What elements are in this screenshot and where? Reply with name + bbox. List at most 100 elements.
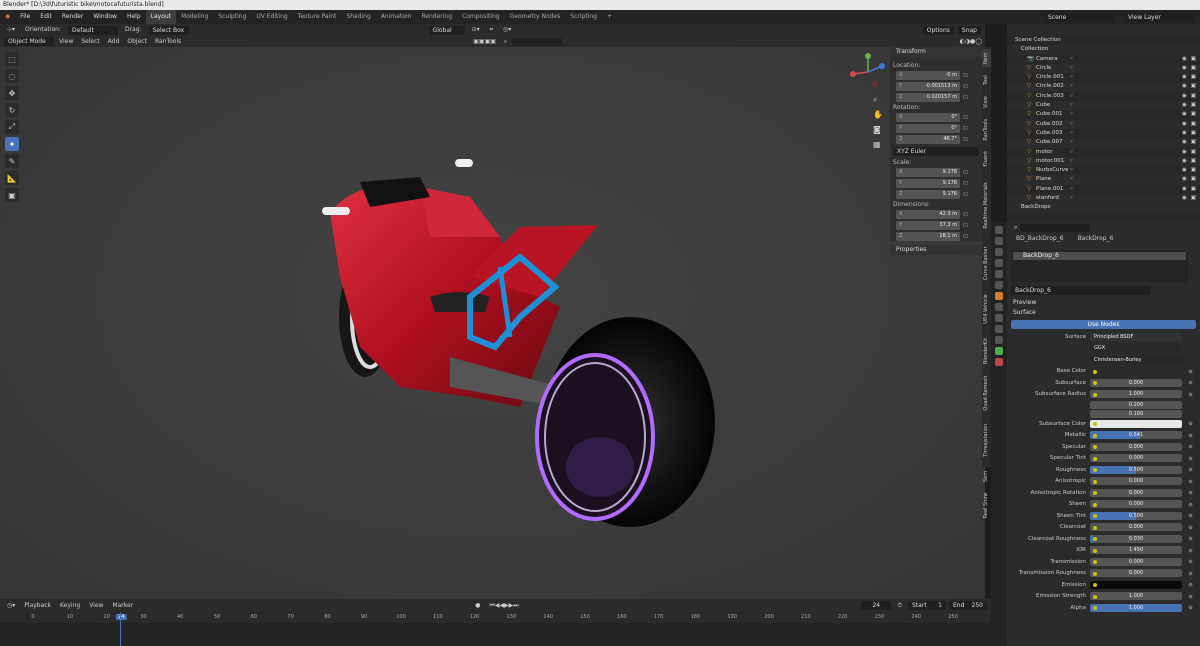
dimensions-x-field[interactable]: X 42.3 m	[896, 210, 960, 219]
record-icon[interactable]: ●	[472, 601, 483, 611]
timeline-menu-playback[interactable]: Playback	[21, 601, 54, 611]
select-box-tool-icon[interactable]: ⬚	[5, 52, 19, 66]
tool-props-icon[interactable]	[995, 226, 1003, 234]
visibility-eye-icon[interactable]: ◉	[1182, 194, 1187, 203]
keyframe-icon[interactable]	[1188, 559, 1193, 564]
camera-render-icon[interactable]: ▣	[1191, 185, 1196, 194]
data-props-icon[interactable]	[995, 347, 1003, 355]
physics-props-icon[interactable]	[995, 325, 1003, 333]
socket-dot-icon[interactable]	[1093, 502, 1097, 507]
rotation-z-field[interactable]: Z 46.7°	[896, 135, 960, 144]
subsurface-radius-field[interactable]: 0.200	[1090, 400, 1182, 409]
sidebar-tab-tool[interactable]: Tool	[982, 71, 991, 89]
lock-icon[interactable]: ⊡	[963, 211, 968, 218]
workspace-tab-sculpting[interactable]: Sculpting	[213, 10, 251, 24]
socket-dot-icon[interactable]	[1093, 514, 1097, 518]
preview-range-icon[interactable]: ⏱	[894, 601, 905, 611]
sidebar-tab-realtime-materials[interactable]: Realtime Materials	[982, 173, 991, 238]
keyframe-icon[interactable]	[1188, 455, 1193, 461]
visibility-eye-icon[interactable]: ◉	[1182, 101, 1187, 110]
camera-render-icon[interactable]: ▣	[1191, 120, 1196, 129]
rotation-y-field[interactable]: Y 0°	[896, 124, 960, 133]
socket-dot-icon[interactable]	[1093, 456, 1097, 461]
scale-y-field[interactable]: Y 9.176	[896, 179, 960, 188]
camera-render-icon[interactable]: ▣	[1191, 148, 1196, 157]
clearcoat-field[interactable]: 0.000	[1090, 523, 1182, 532]
camera-render-icon[interactable]: ▣	[1191, 138, 1196, 147]
outliner-collection[interactable]: Collection	[1007, 45, 1200, 55]
keyframe-icon[interactable]	[1188, 432, 1193, 438]
options-dropdown[interactable]: Options	[922, 25, 954, 35]
lock-icon[interactable]: ⊡	[963, 83, 968, 90]
menu-rantools[interactable]: RanTools	[152, 37, 184, 47]
menu-edit[interactable]: Edit	[35, 10, 57, 24]
transmission-roughness-field[interactable]: 0.000	[1090, 569, 1182, 578]
keyframe-icon[interactable]	[1188, 391, 1193, 397]
lock-icon[interactable]: ⊡	[963, 114, 968, 121]
socket-dot-icon[interactable]	[1093, 491, 1097, 495]
timeline-ruler[interactable]: 0 10 20 24 30 40 50 60 70 80 90 100 110 120 130 140 150 1…	[0, 612, 991, 623]
output-props-icon[interactable]	[995, 248, 1003, 256]
sidebar-tab-ue4-vehicle[interactable]: UE4 Vehicle	[982, 289, 991, 329]
camera-render-icon[interactable]: ▣	[1191, 175, 1196, 184]
outliner-item[interactable]: ▽ Cube.001 ▿ ◉ ▣	[1007, 110, 1200, 119]
lock-icon[interactable]: ⊡	[963, 136, 968, 143]
outliner-item[interactable]: ▽ Cube.003 ▿ ◉ ▣	[1007, 129, 1200, 138]
keyframe-icon[interactable]	[1188, 501, 1193, 507]
preview-section[interactable]: Preview	[1007, 298, 1200, 308]
location-x-field[interactable]: X -0 m	[896, 71, 960, 80]
scale-z-field[interactable]: Z 9.176	[896, 190, 960, 199]
outliner-item[interactable]: ▽ Cube.007 ▿ ◉ ▣	[1007, 138, 1200, 148]
sidebar-tab-blenderkit[interactable]: BlenderKit	[982, 333, 991, 369]
drag-dropdown[interactable]: Select Box	[148, 25, 189, 35]
outliner-item[interactable]: ▽ NurbsCurve ▿ ◉ ▣	[1007, 166, 1200, 175]
menu-window[interactable]: Window	[88, 10, 122, 24]
viewport-search-field[interactable]	[512, 37, 563, 46]
subsurface-radius-field[interactable]: 0.100	[1090, 409, 1182, 418]
ior-field[interactable]: 1.450	[1090, 546, 1182, 555]
outliner-item[interactable]: ▽ Circle.001 ▿ ◉ ▣	[1007, 73, 1200, 82]
outliner-item[interactable]: ▽ Cube ▿ ◉ ▣	[1007, 101, 1200, 111]
outliner-backdrops[interactable]: BackDrops	[1007, 203, 1200, 213]
subsurface-field[interactable]: 0.000	[1090, 378, 1182, 387]
camera-render-icon[interactable]: ▣	[1191, 101, 1196, 110]
material-selector[interactable]: BackDrop_6	[1011, 286, 1151, 295]
start-frame-field[interactable]: Start 1	[908, 601, 946, 610]
workspace-tab-layout[interactable]: Layout	[145, 10, 177, 24]
outliner-item[interactable]: 📷 Camera ▿ ◉ ▣	[1007, 55, 1200, 64]
scene-selector[interactable]: Scene	[1044, 12, 1114, 22]
specular-field[interactable]: 0.000	[1090, 442, 1182, 451]
socket-dot-icon[interactable]	[1093, 422, 1097, 426]
workspace-tab-geometry-nodes[interactable]: Geometry Nodes	[505, 10, 566, 24]
workspace-tab-scripting[interactable]: Scripting	[565, 10, 602, 24]
camera-render-icon[interactable]: ▣	[1191, 194, 1196, 203]
playback-controls[interactable]: ⏮◀◀▶▶⏭	[486, 601, 521, 611]
camera-render-icon[interactable]: ▣	[1191, 92, 1196, 101]
view-layer-selector[interactable]: View Layer	[1124, 12, 1194, 22]
visibility-eye-icon[interactable]: ◉	[1182, 185, 1187, 194]
lock-icon[interactable]: ⊡	[963, 125, 968, 132]
socket-dot-icon[interactable]	[1093, 381, 1097, 385]
workspace-tab-texture-paint[interactable]: Texture Paint	[293, 10, 342, 24]
camera-render-icon[interactable]: ▣	[1191, 157, 1196, 166]
keyframe-icon[interactable]	[1188, 513, 1193, 518]
dimensions-y-field[interactable]: Y 37.3 m	[896, 221, 960, 230]
socket-dot-icon[interactable]	[1093, 537, 1097, 541]
socket-dot-icon[interactable]	[1093, 548, 1097, 553]
sidebar-tab-rantools[interactable]: RanTools	[982, 115, 991, 144]
playhead[interactable]	[120, 612, 121, 646]
lock-icon[interactable]: ⊡	[963, 233, 968, 240]
lock-icon[interactable]: ⊡	[963, 72, 968, 79]
location-y-field[interactable]: Y -0.001513 m	[896, 82, 960, 91]
end-frame-field[interactable]: End 250	[949, 601, 987, 610]
roughness-field[interactable]: 0.500	[1090, 465, 1182, 474]
transform-orientation-dropdown[interactable]: Global	[428, 25, 465, 35]
object-props-icon[interactable]	[995, 292, 1003, 300]
keyframe-icon[interactable]	[1188, 570, 1193, 576]
grid-icon[interactable]: ▦	[873, 137, 883, 152]
anisotropic-field[interactable]: 0.000	[1090, 477, 1182, 486]
alpha-field[interactable]: 1.000	[1090, 603, 1182, 612]
rotate-tool-icon[interactable]: ↻	[5, 103, 19, 117]
camera-render-icon[interactable]: ▣	[1191, 55, 1196, 64]
outliner-item[interactable]: ▽ Plane ▿ ◉ ▣	[1007, 175, 1200, 185]
